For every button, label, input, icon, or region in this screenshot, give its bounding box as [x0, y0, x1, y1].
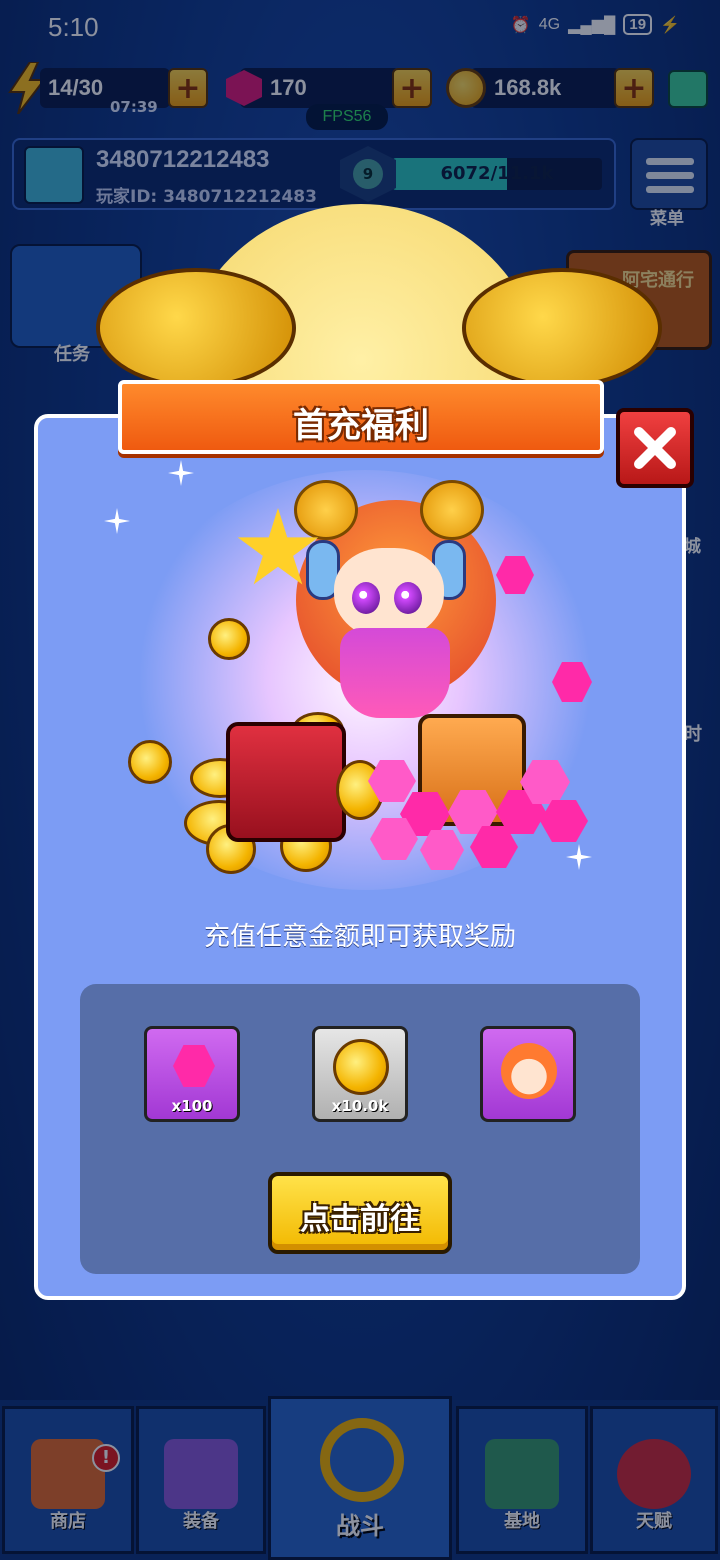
gem-icon	[173, 1045, 215, 1087]
close-button[interactable]	[616, 408, 694, 488]
reward-description: 充值任意金额即可获取奖励	[203, 922, 516, 952]
go-button[interactable]: 点击前往	[268, 1172, 452, 1254]
coin-icon	[333, 1039, 389, 1095]
girl-face	[334, 548, 444, 640]
coin-icon	[208, 618, 250, 660]
red-chest	[226, 722, 346, 842]
girl-dress	[340, 628, 450, 718]
reward-slot-coins[interactable]: x10.0k	[312, 1026, 408, 1122]
character-avatar-icon	[501, 1043, 557, 1099]
modal-title: 首充福利	[293, 406, 429, 446]
close-icon	[634, 427, 676, 469]
hair-bun-left	[294, 480, 358, 540]
gold-ear-right	[462, 268, 662, 388]
reward-qty: x100	[171, 1097, 213, 1115]
gold-ear-left	[96, 268, 296, 388]
eye-left	[352, 582, 380, 614]
reward-qty: x10.0k	[331, 1097, 389, 1115]
coin-icon	[128, 740, 172, 784]
reward-slot-character[interactable]	[480, 1026, 576, 1122]
reward-slot-gems[interactable]: x100	[144, 1026, 240, 1122]
hair-bun-right	[420, 480, 484, 540]
go-button-label: 点击前往	[300, 1202, 420, 1237]
modal-header: 首充福利	[118, 380, 604, 454]
eye-right	[394, 582, 422, 614]
